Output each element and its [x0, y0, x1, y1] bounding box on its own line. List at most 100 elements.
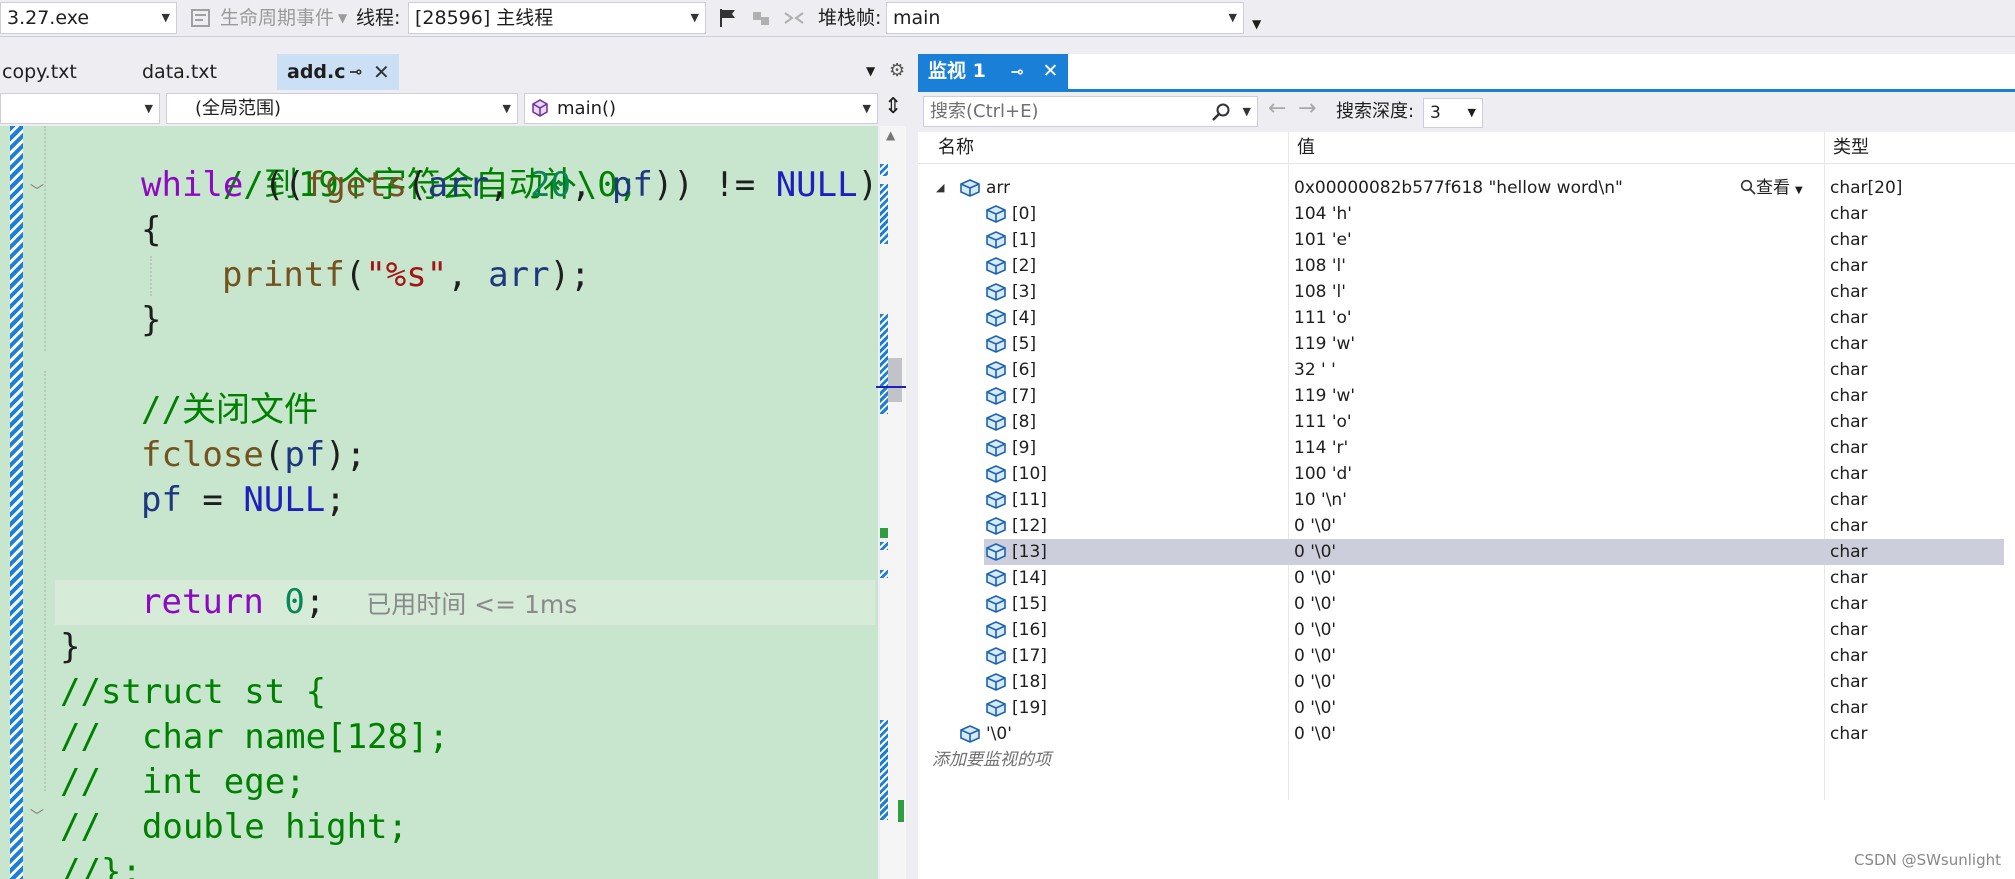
- expand-callstack-icon[interactable]: [783, 7, 805, 29]
- watch-item-value[interactable]: 0 '\0': [1294, 695, 1336, 721]
- code-line-7: //关闭文件: [141, 390, 318, 430]
- watch-item-value[interactable]: 119 'w': [1294, 331, 1355, 357]
- watch-row-child[interactable]: [16] 0 '\0' char: [918, 617, 2015, 643]
- scroll-thumb[interactable]: [888, 358, 902, 402]
- watch-row-child[interactable]: [15] 0 '\0' char: [918, 591, 2015, 617]
- watch-item-value[interactable]: 119 'w': [1294, 383, 1355, 409]
- code-line-11: return 0; 已用时间 <= 1ms: [141, 582, 578, 622]
- watch-row-child[interactable]: [19] 0 '\0' char: [918, 695, 2015, 721]
- watch-search-input[interactable]: 搜索(Ctrl+E) ▼: [923, 96, 1258, 127]
- watch-row-child[interactable]: [10] 100 'd' char: [918, 461, 2015, 487]
- watch-item-value[interactable]: 0 '\0': [1294, 591, 1336, 617]
- watch-item-value[interactable]: 108 'l': [1294, 253, 1346, 279]
- watch-item-value[interactable]: 101 'e': [1294, 227, 1352, 253]
- column-header-type[interactable]: 类型: [1824, 132, 2015, 164]
- search-previous-icon[interactable]: ←: [1268, 96, 1286, 121]
- watch-item-value[interactable]: 114 'r': [1294, 435, 1348, 461]
- watch-row-child[interactable]: [9] 114 'r' char: [918, 435, 2015, 461]
- watch-item-value[interactable]: 111 'o': [1294, 409, 1352, 435]
- search-depth-combo[interactable]: 3 ▼: [1423, 98, 1483, 128]
- watch-row-child[interactable]: [4] 111 'o' char: [918, 305, 2015, 331]
- watch-row-child[interactable]: [18] 0 '\0' char: [918, 669, 2015, 695]
- watch-item-value[interactable]: 0x00000082b577f618 "hellow word\n": [1294, 175, 1623, 201]
- chevron-down-icon[interactable]: ▼: [1243, 97, 1251, 126]
- watch-row-child[interactable]: [11] 10 '\n' char: [918, 487, 2015, 513]
- watch-item-value[interactable]: 0 '\0': [1294, 721, 1336, 747]
- watch-row-child[interactable]: [17] 0 '\0' char: [918, 643, 2015, 669]
- watch-row-child[interactable]: [5] 119 'w' char: [918, 331, 2015, 357]
- tab-add-c[interactable]: add.c ⊸ ✕: [277, 54, 399, 90]
- watch-row-arr[interactable]: ◢ arr 0x00000082b577f618 "hellow word\n" ch…: [918, 175, 2015, 201]
- search-depth-value: 3: [1430, 103, 1441, 123]
- close-icon[interactable]: ✕: [373, 54, 390, 90]
- tab-copy-txt[interactable]: copy.txt: [0, 54, 87, 90]
- watch-item-value[interactable]: 32 ' ': [1294, 357, 1336, 383]
- watch-row-child[interactable]: [8] 111 'o' char: [918, 409, 2015, 435]
- pin-icon[interactable]: ⊸: [1010, 62, 1023, 81]
- watch-item-name: [5]: [1012, 334, 1037, 354]
- watch-item-name: arr: [986, 178, 1011, 198]
- indent-guide: [44, 126, 46, 351]
- watch-item-name: [12]: [1012, 516, 1047, 536]
- watch-item-value[interactable]: 0 '\0': [1294, 539, 1336, 565]
- scope-combo[interactable]: (全局范围) ▼: [166, 93, 518, 124]
- gear-icon[interactable]: ⚙: [889, 60, 905, 81]
- watch-row-child[interactable]: [13] 0 '\0' char: [918, 539, 2015, 565]
- watch-row[interactable]: '\0' 0 '\0' char: [918, 721, 2015, 747]
- watch-item-value[interactable]: 0 '\0': [1294, 643, 1336, 669]
- watch-item-value[interactable]: 0 '\0': [1294, 669, 1336, 695]
- watch-item-value[interactable]: 104 'h': [1294, 201, 1352, 227]
- thread-label: 线程:: [356, 7, 401, 29]
- view-visualizer-button[interactable]: 查看 ▼: [1740, 175, 1803, 201]
- watch-row-child[interactable]: [1] 101 'e' char: [918, 227, 2015, 253]
- collapse-icon[interactable]: ﹀: [30, 181, 44, 201]
- change-tracking-bar: [10, 126, 23, 879]
- watch-item-name: [17]: [1012, 646, 1047, 666]
- watch-row-child[interactable]: [7] 119 'w' char: [918, 383, 2015, 409]
- watch-item-type: char: [1830, 360, 1868, 380]
- thread-combo[interactable]: [28596] 主线程 ▼: [408, 2, 706, 34]
- collapse-icon[interactable]: ﹀: [30, 806, 44, 826]
- column-header-name[interactable]: 名称: [930, 132, 974, 164]
- tab-list-dropdown-icon[interactable]: ▼: [866, 64, 875, 78]
- watch-row-child[interactable]: [14] 0 '\0' char: [918, 565, 2015, 591]
- scroll-up-icon[interactable]: ▲: [886, 128, 895, 142]
- watch-row-child[interactable]: [6] 32 ' ' char: [918, 357, 2015, 383]
- watch-row-child[interactable]: [3] 108 'l' char: [918, 279, 2015, 305]
- process-combo[interactable]: 3.27.exe ▼: [0, 2, 177, 34]
- lifecycle-events-icon[interactable]: [190, 7, 212, 29]
- flag-thread-icon[interactable]: [717, 7, 739, 29]
- watch-item-value[interactable]: 10 '\n': [1294, 487, 1347, 513]
- column-header-value[interactable]: 值: [1288, 132, 1822, 164]
- lifecycle-events-button[interactable]: 生命周期事件: [220, 0, 334, 37]
- split-editor-icon[interactable]: ⇕: [884, 94, 902, 119]
- editor-scrollbar[interactable]: ▲: [876, 126, 906, 879]
- search-icon[interactable]: [1211, 102, 1231, 122]
- watch-item-value[interactable]: 100 'd': [1294, 461, 1352, 487]
- watch-row-child[interactable]: [0] 104 'h' char: [918, 201, 2015, 227]
- tab-data-txt[interactable]: data.txt: [132, 54, 227, 90]
- pin-icon[interactable]: ⊸: [349, 54, 362, 90]
- watch-item-value[interactable]: 0 '\0': [1294, 513, 1336, 539]
- chevron-down-icon[interactable]: ▼: [338, 0, 347, 37]
- close-icon[interactable]: ✕: [1043, 60, 1059, 82]
- tab-watch-1[interactable]: 监视 1 ⊸ ✕: [918, 54, 1069, 89]
- code-editor[interactable]: ﹀ ﹀ //到19个字符会自动补\0; while ((fgets(arr, 2…: [0, 126, 878, 879]
- function-combo[interactable]: main() ▼: [524, 93, 878, 124]
- watch-item-value[interactable]: 0 '\0': [1294, 617, 1336, 643]
- watch-item-type: char: [1830, 282, 1868, 302]
- stack-frame-combo[interactable]: main ▼: [886, 2, 1244, 34]
- flag-all-threads-icon[interactable]: [750, 7, 772, 29]
- add-watch-row[interactable]: 添加要监视的项: [918, 747, 2015, 773]
- expanded-triangle-icon[interactable]: ◢: [936, 175, 944, 201]
- watch-item-name: [14]: [1012, 568, 1047, 588]
- watch-row-child[interactable]: [2] 108 'l' char: [918, 253, 2015, 279]
- watch-item-value[interactable]: 111 'o': [1294, 305, 1352, 331]
- watch-item-value[interactable]: 0 '\0': [1294, 565, 1336, 591]
- watch-item-value[interactable]: 108 'l': [1294, 279, 1346, 305]
- watch-row-child[interactable]: [12] 0 '\0' char: [918, 513, 2015, 539]
- project-combo[interactable]: ▼: [0, 93, 160, 124]
- toolbar-overflow-icon[interactable]: ▼: [1252, 6, 1261, 43]
- search-next-icon[interactable]: →: [1298, 96, 1316, 121]
- variable-cube-icon: [986, 309, 1006, 327]
